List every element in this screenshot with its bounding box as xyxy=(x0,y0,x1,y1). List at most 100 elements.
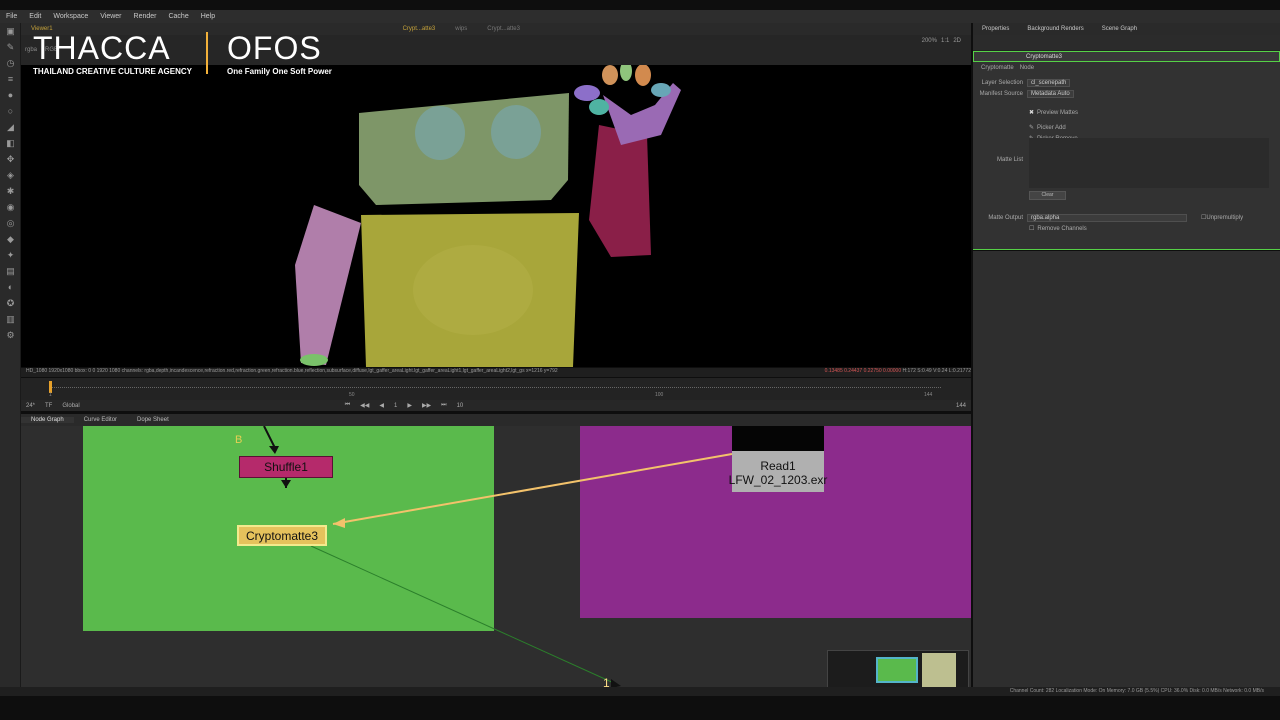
tick-label-end: 144 xyxy=(924,392,933,398)
playback-controls: 24* TF Global ⏮ ◀◀ ◀ 1 ▶ ▶▶ ⏭ 10 144 xyxy=(21,400,971,411)
menu-viewer[interactable]: Viewer xyxy=(94,13,127,20)
fps-dropdown[interactable]: 24* xyxy=(21,403,40,409)
layer-selection-label: Layer Selection xyxy=(981,79,1023,86)
views-tool-icon[interactable]: ◎ xyxy=(0,215,21,231)
properties-tab-bar: Properties Background Renders Scene Grap… xyxy=(973,23,1280,35)
play-back-icon[interactable]: ◀ xyxy=(374,402,389,409)
tab-node[interactable]: Node xyxy=(1020,65,1034,71)
menu-workspace[interactable]: Workspace xyxy=(47,13,94,20)
matte-list-field[interactable] xyxy=(1029,138,1269,188)
layer-selection-dropdown[interactable]: cl_scenepath xyxy=(1027,78,1071,87)
remove-channels-label: Remove Channels xyxy=(1037,225,1087,232)
graph-tab-bar: Node Graph Curve Editor Dope Sheet xyxy=(21,414,971,426)
keyer-tool-icon[interactable]: ◢ xyxy=(0,119,21,135)
node-read-file: LFW_02_1203.exr xyxy=(728,473,828,487)
furnace-tool-icon[interactable]: ◐ xyxy=(0,279,21,295)
status-bar: Channel Count: 282 Localization Mode: On… xyxy=(0,687,1280,696)
color-tool-icon[interactable]: ● xyxy=(0,87,21,103)
preview-mattes-checkbox[interactable]: ✖ xyxy=(1029,109,1034,116)
properties-node-header[interactable]: Cryptomatte3 xyxy=(973,51,1280,62)
channel-tool-icon[interactable]: ≡ xyxy=(0,71,21,87)
image-tool-icon[interactable]: ▣ xyxy=(0,23,21,39)
timeline-ruler[interactable] xyxy=(49,387,941,391)
menu-cache[interactable]: Cache xyxy=(162,13,194,20)
end-frame-field[interactable]: 144 xyxy=(951,403,971,409)
draw-tool-icon[interactable]: ✎ xyxy=(0,39,21,55)
tab-cryptomatte[interactable]: Cryptomatte xyxy=(981,65,1014,71)
toolsets-tool-icon[interactable]: ✦ xyxy=(0,247,21,263)
node-shuffle-label: Shuffle1 xyxy=(264,460,308,474)
cara-tool-icon[interactable]: ▥ xyxy=(0,311,21,327)
menu-bar: File Edit Workspace Viewer Render Cache … xyxy=(0,10,1280,23)
properties-node-name[interactable]: Cryptomatte3 xyxy=(1026,54,1062,60)
node-cryptomatte[interactable]: Cryptomatte3 xyxy=(237,525,327,546)
tab-dope-sheet[interactable]: Dope Sheet xyxy=(127,417,179,423)
first-frame-icon[interactable]: ⏮ xyxy=(340,402,355,409)
tab-properties[interactable]: Properties xyxy=(973,26,1018,32)
transform-tool-icon[interactable]: ✥ xyxy=(0,151,21,167)
node-read[interactable]: Read1 LFW_02_1203.exr xyxy=(729,426,827,492)
node-graph[interactable]: B Shuffle1 Cryptomatte3 Read1 LFW_02_120… xyxy=(21,426,971,695)
tab-curve-editor[interactable]: Curve Editor xyxy=(74,417,127,423)
manifest-source-label: Manifest Source xyxy=(979,90,1023,97)
matte-output-dropdown[interactable]: rgba.alpha xyxy=(1027,213,1187,222)
picker-add-icon[interactable]: ✎ xyxy=(1029,124,1034,131)
deep-tool-icon[interactable]: ◉ xyxy=(0,199,21,215)
tab-scene-graph[interactable]: Scene Graph xyxy=(1093,26,1146,32)
next-key-icon[interactable]: ▶▶ xyxy=(417,402,436,409)
pixel-values: 0.13485 0.24437 0.22750 0.00000 xyxy=(824,368,902,374)
viewer-info-bar: HD_1080 1920x1080 bbox: 0 0 1920 1080 ch… xyxy=(21,368,971,377)
particles-tool-icon[interactable]: ✱ xyxy=(0,183,21,199)
scope-dropdown[interactable]: Global xyxy=(57,403,84,409)
prev-key-icon[interactable]: ◀◀ xyxy=(355,402,374,409)
menu-file[interactable]: File xyxy=(0,13,23,20)
properties-bottom-border xyxy=(973,249,1280,250)
properties-empty-area xyxy=(973,251,1280,695)
last-frame-icon[interactable]: ⏭ xyxy=(436,402,451,409)
metadata-tool-icon[interactable]: ◆ xyxy=(0,231,21,247)
menu-render[interactable]: Render xyxy=(128,13,163,20)
other-tool-icon[interactable]: ▤ xyxy=(0,263,21,279)
timeline[interactable]: 1 50 100 144 xyxy=(21,378,971,400)
remove-channels-checkbox[interactable]: ☐ xyxy=(1029,225,1034,232)
ratio-dropdown[interactable]: 1:1 xyxy=(941,38,949,44)
menu-help[interactable]: Help xyxy=(195,13,221,20)
play-icon[interactable]: ▶ xyxy=(402,402,417,409)
clear-button[interactable]: Clear xyxy=(1029,191,1066,200)
zoom-dropdown[interactable]: 200% xyxy=(922,38,937,44)
unpremultiply-label: Unpremultiply xyxy=(1206,214,1244,221)
menu-edit[interactable]: Edit xyxy=(23,13,47,20)
current-frame[interactable]: 1 xyxy=(389,403,402,409)
filter-tool-icon[interactable]: ○ xyxy=(0,103,21,119)
tf-dropdown[interactable]: TF xyxy=(40,403,57,409)
settings-tool-icon[interactable]: ⚙ xyxy=(0,327,21,343)
minimap-green-area xyxy=(876,657,918,683)
ocula-tool-icon[interactable]: ✪ xyxy=(0,295,21,311)
picker-add-label: Picker Add xyxy=(1037,124,1066,131)
input-label-b: B xyxy=(235,434,243,446)
matte-output-label: Matte Output xyxy=(988,214,1023,221)
time-tool-icon[interactable]: ◷ xyxy=(0,55,21,71)
minimap-region xyxy=(922,653,956,687)
tab-input-b[interactable]: Crypt...atte3 xyxy=(477,26,530,32)
manifest-source-dropdown[interactable]: Metadata Auto xyxy=(1027,89,1074,98)
watermark-title-left: THACCA xyxy=(33,30,171,66)
viewer-canvas[interactable] xyxy=(21,65,971,367)
tab-wipe[interactable]: wips xyxy=(445,26,477,32)
3d-tool-icon[interactable]: ◈ xyxy=(0,167,21,183)
tick-label-50: 50 xyxy=(349,392,355,398)
mode-dropdown[interactable]: 2D xyxy=(953,38,961,44)
node-graph-minimap[interactable] xyxy=(827,650,969,688)
node-shuffle[interactable]: Shuffle1 xyxy=(239,456,333,478)
tab-node-graph[interactable]: Node Graph xyxy=(21,417,74,423)
step-field[interactable]: 10 xyxy=(452,403,469,409)
hsv-values: H:172 S:0.49 V:0.24 L:0.21772 xyxy=(902,368,971,374)
tick-label-100: 100 xyxy=(655,392,664,398)
tab-input-a[interactable]: Crypt...atte3 xyxy=(393,26,446,32)
node-cryptomatte-label: Cryptomatte3 xyxy=(245,528,319,543)
left-toolbar: ▣ ✎ ◷ ≡ ● ○ ◢ ◧ ✥ ◈ ✱ ◉ ◎ ◆ ✦ ▤ ◐ ✪ ▥ ⚙ xyxy=(0,23,21,695)
merge-tool-icon[interactable]: ◧ xyxy=(0,135,21,151)
properties-toolbar xyxy=(973,35,1280,51)
tab-background-renders[interactable]: Background Renders xyxy=(1018,26,1092,32)
properties-panel: Cryptomatte3 Cryptomatte Node Layer Sele… xyxy=(973,35,1280,250)
